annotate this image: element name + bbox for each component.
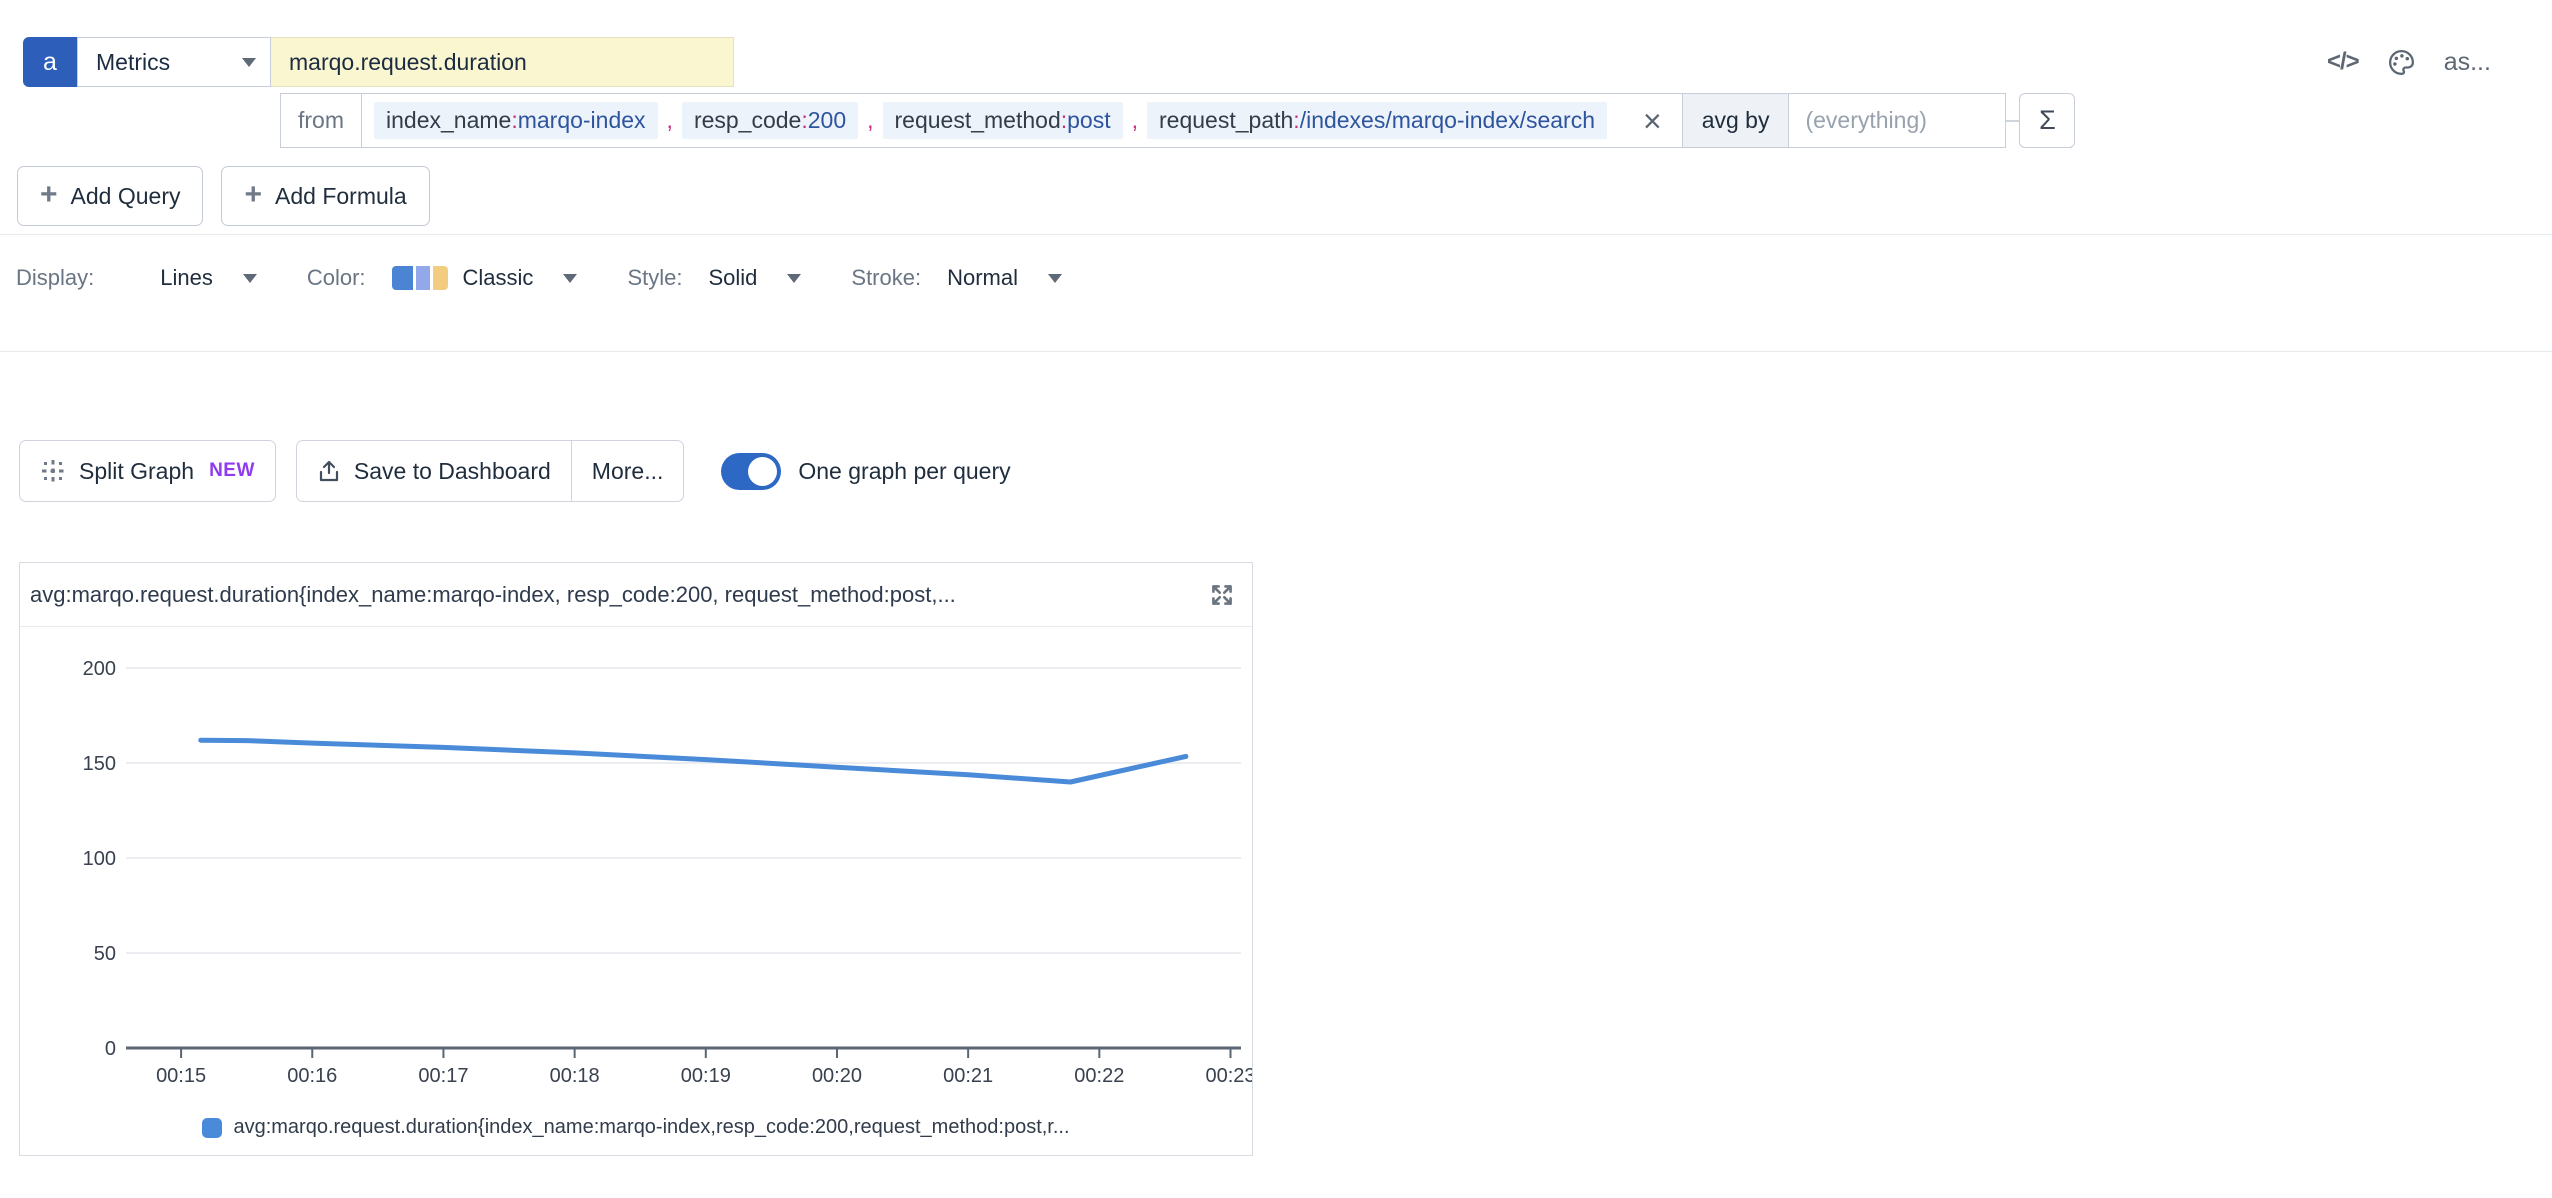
chevron-down-icon — [242, 58, 256, 67]
svg-text:00:23: 00:23 — [1205, 1065, 1252, 1087]
chevron-down-icon — [243, 274, 257, 283]
rollup-sigma-button[interactable]: Σ — [2019, 93, 2075, 148]
color-label: Color: — [307, 265, 366, 291]
query-tools: </> as... — [2327, 44, 2491, 80]
query-actions: + Add Query + Add Formula — [17, 166, 430, 226]
svg-text:200: 200 — [83, 658, 116, 680]
tag-separator: , — [667, 107, 673, 134]
split-graph-icon — [40, 458, 66, 484]
legend-color-swatch[interactable] — [202, 1118, 222, 1138]
add-query-button[interactable]: + Add Query — [17, 166, 203, 226]
svg-text:50: 50 — [94, 943, 116, 965]
panel-title: avg:marqo.request.duration{index_name:ma… — [30, 582, 956, 608]
export-icon — [317, 458, 341, 484]
style-dropdown[interactable]: Solid — [708, 265, 801, 291]
add-formula-button[interactable]: + Add Formula — [221, 166, 429, 226]
as-function-button[interactable]: as... — [2444, 48, 2491, 77]
svg-text:00:22: 00:22 — [1074, 1065, 1124, 1087]
chevron-down-icon — [1048, 274, 1062, 283]
divider — [0, 234, 2552, 235]
style-label: Style: — [627, 265, 682, 291]
filter-row: from index_name:marqo-index , resp_code:… — [280, 93, 2075, 148]
query-letter-badge[interactable]: a — [23, 37, 77, 87]
chevron-down-icon — [787, 274, 801, 283]
display-label: Display: — [16, 265, 94, 291]
new-badge: NEW — [209, 460, 255, 482]
graph-toolbar: Split Graph NEW Save to Dashboard More..… — [19, 440, 1011, 502]
display-options-row: Display: Lines Color: Classic Style: Sol… — [16, 252, 1062, 304]
svg-text:00:15: 00:15 — [156, 1065, 206, 1087]
more-button[interactable]: More... — [571, 441, 684, 501]
panel-title-row: avg:marqo.request.duration{index_name:ma… — [20, 563, 1252, 627]
svg-text:00:20: 00:20 — [812, 1065, 862, 1087]
dashboard-button-group: Save to Dashboard More... — [296, 440, 684, 502]
plus-icon: + — [40, 180, 58, 210]
stroke-label: Stroke: — [851, 265, 921, 291]
filter-tag[interactable]: index_name:marqo-index — [374, 102, 658, 139]
swatch-stripe — [416, 266, 430, 290]
display-type-dropdown[interactable]: Lines — [160, 265, 257, 291]
filter-tag[interactable]: resp_code:200 — [682, 102, 858, 139]
data-source-label: Metrics — [96, 49, 170, 76]
timeseries-plot[interactable]: 0 50 100 150 200 00:15 00:16 00:17 00:18 00:19 00:… — [20, 627, 1252, 1100]
from-label: from — [280, 93, 362, 148]
metric-name-input[interactable]: marqo.request.duration — [271, 37, 734, 87]
color-palette-swatch[interactable] — [392, 266, 448, 290]
tag-separator: , — [867, 107, 873, 134]
svg-text:00:18: 00:18 — [550, 1065, 600, 1087]
toggle-label: One graph per query — [798, 458, 1010, 485]
svg-text:00:16: 00:16 — [287, 1065, 337, 1087]
svg-text:00:21: 00:21 — [943, 1065, 993, 1087]
query-row: a Metrics marqo.request.duration — [23, 37, 734, 87]
svg-text:00:19: 00:19 — [681, 1065, 731, 1087]
data-source-dropdown[interactable]: Metrics — [77, 37, 271, 87]
timeseries-panel: avg:marqo.request.duration{index_name:ma… — [19, 562, 1253, 1156]
metric-name-value: marqo.request.duration — [289, 49, 527, 76]
filter-tag[interactable]: request_path:/indexes/marqo-index/search — [1147, 102, 1607, 139]
filter-tags-field[interactable]: index_name:marqo-index , resp_code:200 ,… — [361, 93, 1683, 148]
swatch-stripe — [433, 266, 448, 290]
divider — [0, 351, 2552, 352]
color-scheme-dropdown[interactable]: Classic — [463, 265, 578, 291]
clear-filters-icon[interactable]: × — [1643, 105, 1662, 137]
group-by-input[interactable]: (everything) — [1788, 93, 2006, 148]
split-graph-button[interactable]: Split Graph NEW — [19, 440, 276, 502]
svg-text:0: 0 — [105, 1038, 116, 1060]
svg-text:00:17: 00:17 — [418, 1065, 468, 1087]
one-graph-per-query-toggle[interactable] — [721, 453, 781, 490]
segment-connector — [2006, 120, 2020, 122]
toggle-knob — [748, 457, 777, 486]
save-to-dashboard-button[interactable]: Save to Dashboard — [297, 441, 571, 501]
aggregate-by-dropdown[interactable]: avg by — [1682, 93, 1790, 148]
svg-text:150: 150 — [83, 753, 116, 775]
filter-tag[interactable]: request_method:post — [883, 102, 1123, 139]
stroke-dropdown[interactable]: Normal — [947, 265, 1062, 291]
plot-area[interactable]: 0 50 100 150 200 00:15 00:16 00:17 00:18 00:19 00:… — [20, 627, 1252, 1100]
swatch-stripe — [392, 266, 413, 290]
code-view-icon[interactable]: </> — [2327, 48, 2359, 76]
palette-icon[interactable] — [2386, 47, 2417, 78]
chevron-down-icon — [563, 274, 577, 283]
svg-text:100: 100 — [83, 848, 116, 870]
expand-icon[interactable] — [1206, 579, 1238, 611]
legend-label[interactable]: avg:marqo.request.duration{index_name:ma… — [233, 1116, 1069, 1139]
legend-row: avg:marqo.request.duration{index_name:ma… — [20, 1100, 1252, 1155]
tag-separator: , — [1132, 107, 1138, 134]
plus-icon: + — [244, 180, 262, 210]
